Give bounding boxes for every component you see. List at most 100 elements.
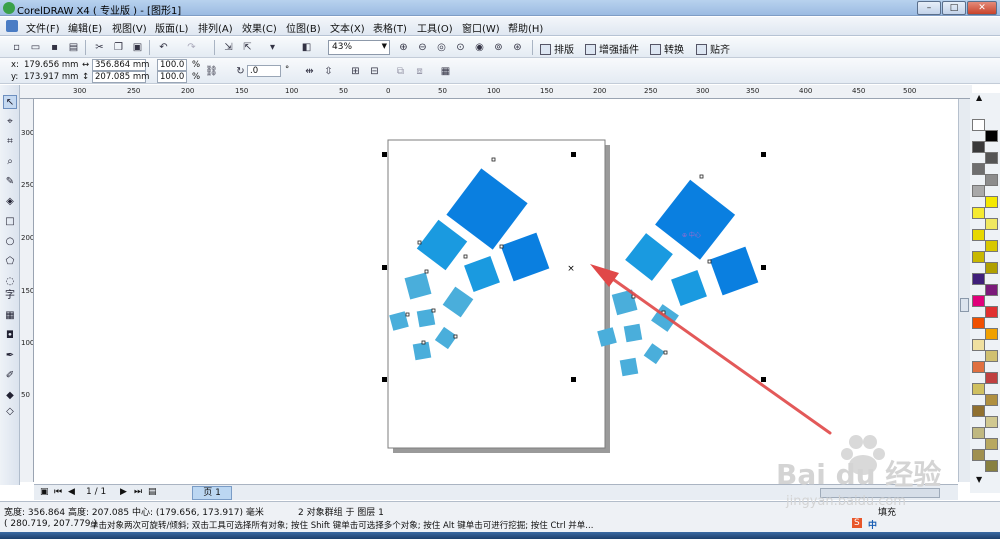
table-tool-icon[interactable]: ▦ xyxy=(3,309,17,323)
square-tiny[interactable] xyxy=(412,341,432,361)
color-swatch[interactable] xyxy=(972,405,985,417)
minimize-button[interactable]: – xyxy=(917,1,941,15)
rectangle-tool-icon[interactable]: □ xyxy=(3,215,17,229)
menu-file[interactable]: 文件(F) xyxy=(26,20,60,35)
color-swatch[interactable] xyxy=(985,350,998,362)
zoom-out-icon[interactable]: ⊖ xyxy=(416,41,429,54)
color-swatch[interactable] xyxy=(972,273,985,285)
color-swatch[interactable] xyxy=(972,317,985,329)
color-swatch[interactable] xyxy=(985,196,998,208)
export-icon[interactable]: ⇱ xyxy=(241,41,254,54)
convert-button[interactable]: 转换 xyxy=(650,41,684,56)
no-color-swatch[interactable] xyxy=(972,119,985,131)
pick-tool-icon[interactable]: ↖ xyxy=(3,95,17,109)
color-swatch[interactable] xyxy=(985,218,998,230)
zoom-width-icon[interactable]: ⊚ xyxy=(492,41,505,54)
tab-page-1[interactable]: 页 1 xyxy=(192,486,232,500)
menu-table[interactable]: 表格(T) xyxy=(373,20,407,35)
zoom-in-icon[interactable]: ⊕ xyxy=(397,41,410,54)
add-page-icon[interactable]: ▤ xyxy=(148,487,157,497)
palette-scroll-down-icon[interactable]: ▼ xyxy=(976,475,982,484)
palette-scroll-up-icon[interactable]: ▲ xyxy=(976,93,982,102)
menu-layout[interactable]: 版面(L) xyxy=(155,20,188,35)
square-small[interactable] xyxy=(671,270,707,306)
zoom-page-icon[interactable]: ◉ xyxy=(473,41,486,54)
outline-tool-icon[interactable]: ✐ xyxy=(3,369,17,383)
enhance-plugin-button[interactable]: 增强插件 xyxy=(585,41,639,56)
object-width-field[interactable]: 356.864 mm xyxy=(92,59,149,71)
layout-button[interactable]: 排版 xyxy=(540,41,574,56)
menu-arrange[interactable]: 排列(A) xyxy=(198,20,233,35)
color-swatch[interactable] xyxy=(985,262,998,274)
color-swatch[interactable] xyxy=(972,207,985,219)
color-swatch[interactable] xyxy=(985,372,998,384)
last-page-icon[interactable]: ⏭ xyxy=(134,487,142,497)
scale-height-field[interactable]: 100.0 xyxy=(157,71,187,83)
zoom-selected-icon[interactable]: ◎ xyxy=(435,41,448,54)
ellipse-tool-icon[interactable]: ○ xyxy=(3,235,17,249)
square-tiny[interactable] xyxy=(623,323,643,343)
square-group-right[interactable]: ⊕ 中心 xyxy=(597,174,759,377)
menu-view[interactable]: 视图(V) xyxy=(112,20,147,35)
import-icon[interactable]: ⇲ xyxy=(222,41,235,54)
polygon-tool-icon[interactable]: ⬠ xyxy=(3,255,17,269)
y-position-field[interactable]: 173.917 mm xyxy=(22,72,78,84)
lock-ratio-icon[interactable]: ⛓ xyxy=(205,65,218,78)
color-swatch[interactable] xyxy=(972,427,985,439)
undo-icon[interactable]: ↶ xyxy=(157,41,170,54)
square-medium[interactable] xyxy=(709,246,759,296)
color-swatch[interactable] xyxy=(972,383,985,395)
new-document-icon[interactable]: ▫ xyxy=(10,41,23,54)
shape-tool-icon[interactable]: ⌖ xyxy=(3,115,17,129)
cut-icon[interactable]: ✂ xyxy=(93,41,106,54)
zoom-height-icon[interactable]: ⊛ xyxy=(511,41,524,54)
color-swatch[interactable] xyxy=(985,394,998,406)
menu-tools[interactable]: 工具(O) xyxy=(417,20,453,35)
zoom-level-select[interactable]: 43% ▼ xyxy=(328,40,390,55)
redo-icon[interactable]: ↷ xyxy=(185,41,198,54)
color-swatch[interactable] xyxy=(985,306,998,318)
object-height-field[interactable]: 207.085 mm xyxy=(92,71,149,83)
close-button[interactable]: ✕ xyxy=(967,1,997,15)
freehand-tool-icon[interactable]: ✎ xyxy=(3,175,17,189)
interactive-blend-tool-icon[interactable]: ◘ xyxy=(3,329,17,343)
break-apart-icon[interactable]: ⧈ xyxy=(413,65,426,78)
ungroup-icon[interactable]: ⊟ xyxy=(368,65,381,78)
align-distribute-icon[interactable]: ▦ xyxy=(439,65,452,78)
color-swatch[interactable] xyxy=(972,295,985,307)
color-swatch[interactable] xyxy=(972,361,985,373)
crop-tool-icon[interactable]: ⌗ xyxy=(3,135,17,149)
first-page-icon[interactable]: ⏮ xyxy=(54,487,62,497)
square-tiny[interactable] xyxy=(643,343,665,365)
group-icon[interactable]: ⊞ xyxy=(349,65,362,78)
snap-button[interactable]: 贴齐 xyxy=(696,41,730,56)
menu-text[interactable]: 文本(X) xyxy=(330,20,365,35)
mirror-vertical-icon[interactable]: ⇳ xyxy=(322,65,335,78)
vertical-scrollbar[interactable] xyxy=(958,99,970,482)
color-swatch[interactable] xyxy=(985,438,998,450)
menu-window[interactable]: 窗口(W) xyxy=(462,20,500,35)
menu-help[interactable]: 帮助(H) xyxy=(508,20,543,35)
maximize-button[interactable]: □ xyxy=(942,1,966,15)
color-swatch[interactable] xyxy=(985,130,998,142)
save-icon[interactable]: ▪ xyxy=(48,41,61,54)
menu-effects[interactable]: 效果(C) xyxy=(242,20,277,35)
scale-width-field[interactable]: 100.0 xyxy=(157,59,187,71)
square-medium[interactable] xyxy=(625,233,673,281)
input-method-icon[interactable]: S xyxy=(852,518,862,528)
color-swatch[interactable] xyxy=(972,449,985,461)
color-swatch[interactable] xyxy=(972,141,985,153)
fill-tool-icon[interactable]: ◆ xyxy=(3,389,17,403)
text-tool-icon[interactable]: 字 xyxy=(3,289,17,303)
color-swatch[interactable] xyxy=(985,152,998,164)
print-icon[interactable]: ▤ xyxy=(67,41,80,54)
page-settings-icon[interactable]: ▣ xyxy=(40,487,49,497)
square-large[interactable] xyxy=(655,179,736,260)
copy-icon[interactable]: ❐ xyxy=(112,41,125,54)
square-tiny[interactable] xyxy=(619,357,639,377)
mirror-horizontal-icon[interactable]: ⇹ xyxy=(303,65,316,78)
zoom-tool-icon[interactable]: ⌕ xyxy=(3,155,17,169)
color-swatch[interactable] xyxy=(985,460,998,472)
color-swatch[interactable] xyxy=(985,284,998,296)
menu-bitmaps[interactable]: 位图(B) xyxy=(286,20,321,35)
